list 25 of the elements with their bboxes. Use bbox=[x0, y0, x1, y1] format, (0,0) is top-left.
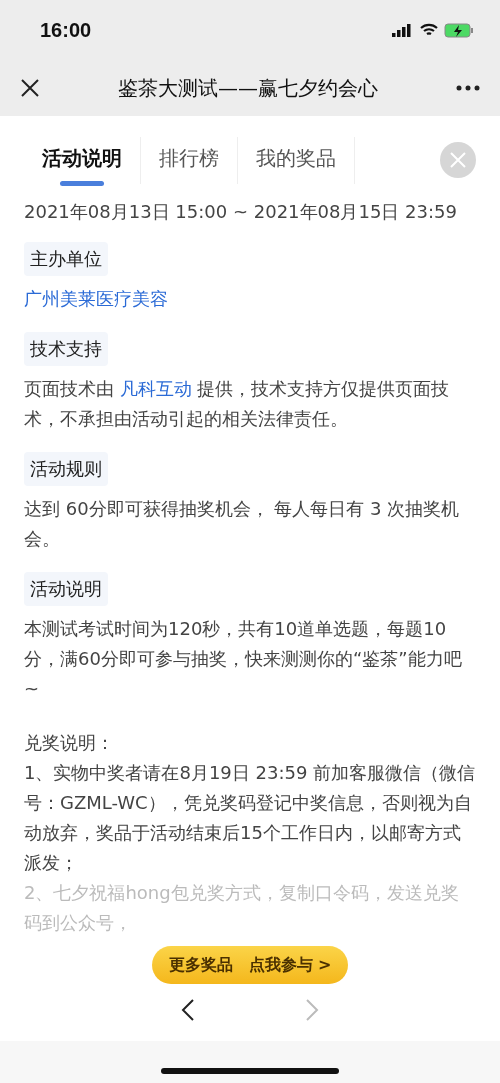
page-title: 鉴茶大测试——赢七夕约会心 bbox=[117, 74, 379, 102]
prize-title: 兑奖说明： bbox=[24, 731, 115, 755]
tab[interactable]: 排行榜 bbox=[141, 136, 238, 184]
signal-icon bbox=[392, 23, 414, 37]
section-header: 活动说明 bbox=[24, 572, 108, 606]
section-header: 技术支持 bbox=[24, 332, 108, 366]
date-range: 2021年08月13日 15:00 ~ 2021年08月15日 23:59 bbox=[24, 200, 458, 224]
paragraph: 页面技术由 凡科互动 提供，技术支持方仅提供页面技术，不承担由活动引起的相关法律责任。 bbox=[24, 377, 451, 431]
organizer-link[interactable]: 广州美莱医疗美容 bbox=[24, 288, 168, 309]
prize-rule: 2、七夕祝福hong包兑奖方式，复制口令码，发送兑奖码到公众号， bbox=[24, 881, 460, 935]
close-icon[interactable] bbox=[20, 78, 40, 98]
paragraph: 本测试考试时间为120秒，共有10道单选题，每题10分，满60分即可参与抽奖，快来测测你的“鉴茶”能力吧~ bbox=[24, 617, 463, 701]
battery-icon bbox=[444, 22, 474, 38]
tab[interactable]: 我的奖品 bbox=[238, 136, 355, 184]
paragraph: 达到 60分即可获得抽奖机会， 每人每日有 3 次抽奖机会。 bbox=[24, 497, 461, 551]
more-icon[interactable] bbox=[456, 85, 480, 91]
status-time: 16:00 bbox=[40, 18, 92, 42]
back-icon[interactable] bbox=[181, 998, 195, 1022]
link[interactable]: 凡科互动 bbox=[119, 378, 192, 399]
more-prizes-button[interactable]: 更多奖品 点我参与 > bbox=[152, 946, 348, 984]
wifi-icon bbox=[420, 23, 438, 37]
prize-rule: 1、实物中奖者请在8月19日 23:59 前加客服微信（微信号：GZML-WC），凭兑奖码登记中奖信息，否则视为自动放弃，奖品于活动结束后15个工作日内，以邮寄方式派发； bbox=[24, 761, 476, 875]
tab[interactable]: 活动说明 bbox=[24, 136, 141, 184]
section-header: 活动规则 bbox=[24, 452, 108, 486]
section-header: 主办单位 bbox=[24, 242, 108, 276]
